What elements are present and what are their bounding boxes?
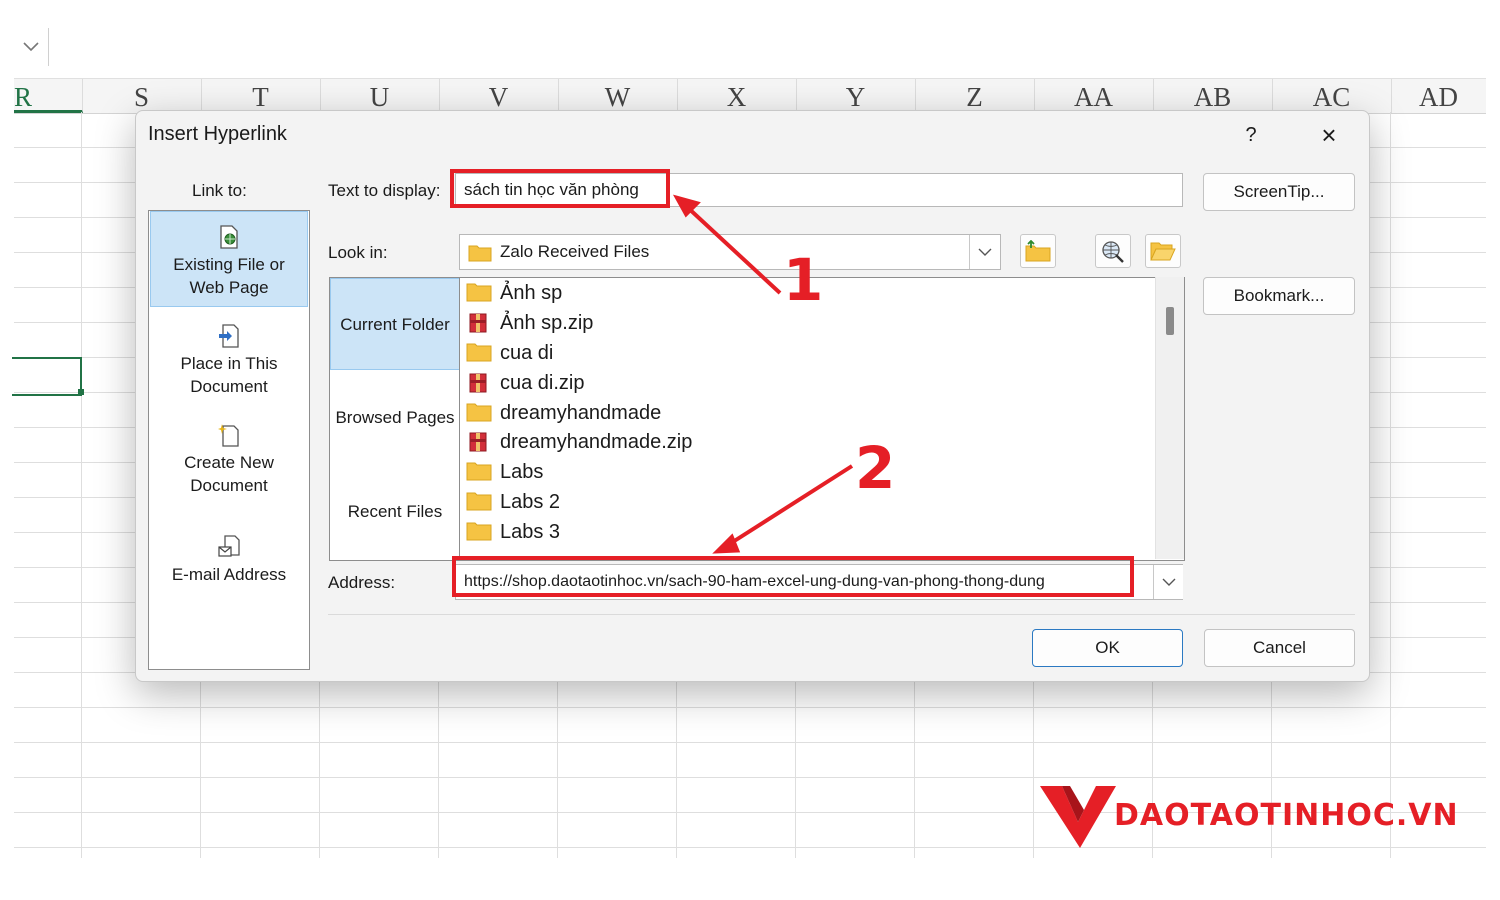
callout-number-1: 1 [783, 246, 824, 314]
callout-arrows [672, 194, 854, 554]
arrow-2 [726, 464, 854, 547]
brand-logo: DAOTAOTINHOC.VN [1040, 782, 1460, 852]
brand-v-logo-icon [1040, 786, 1116, 848]
arrow-1 [684, 204, 782, 295]
brand-text: DAOTAOTINHOC.VN [1114, 798, 1459, 833]
callout-number-2: 2 [855, 434, 896, 502]
